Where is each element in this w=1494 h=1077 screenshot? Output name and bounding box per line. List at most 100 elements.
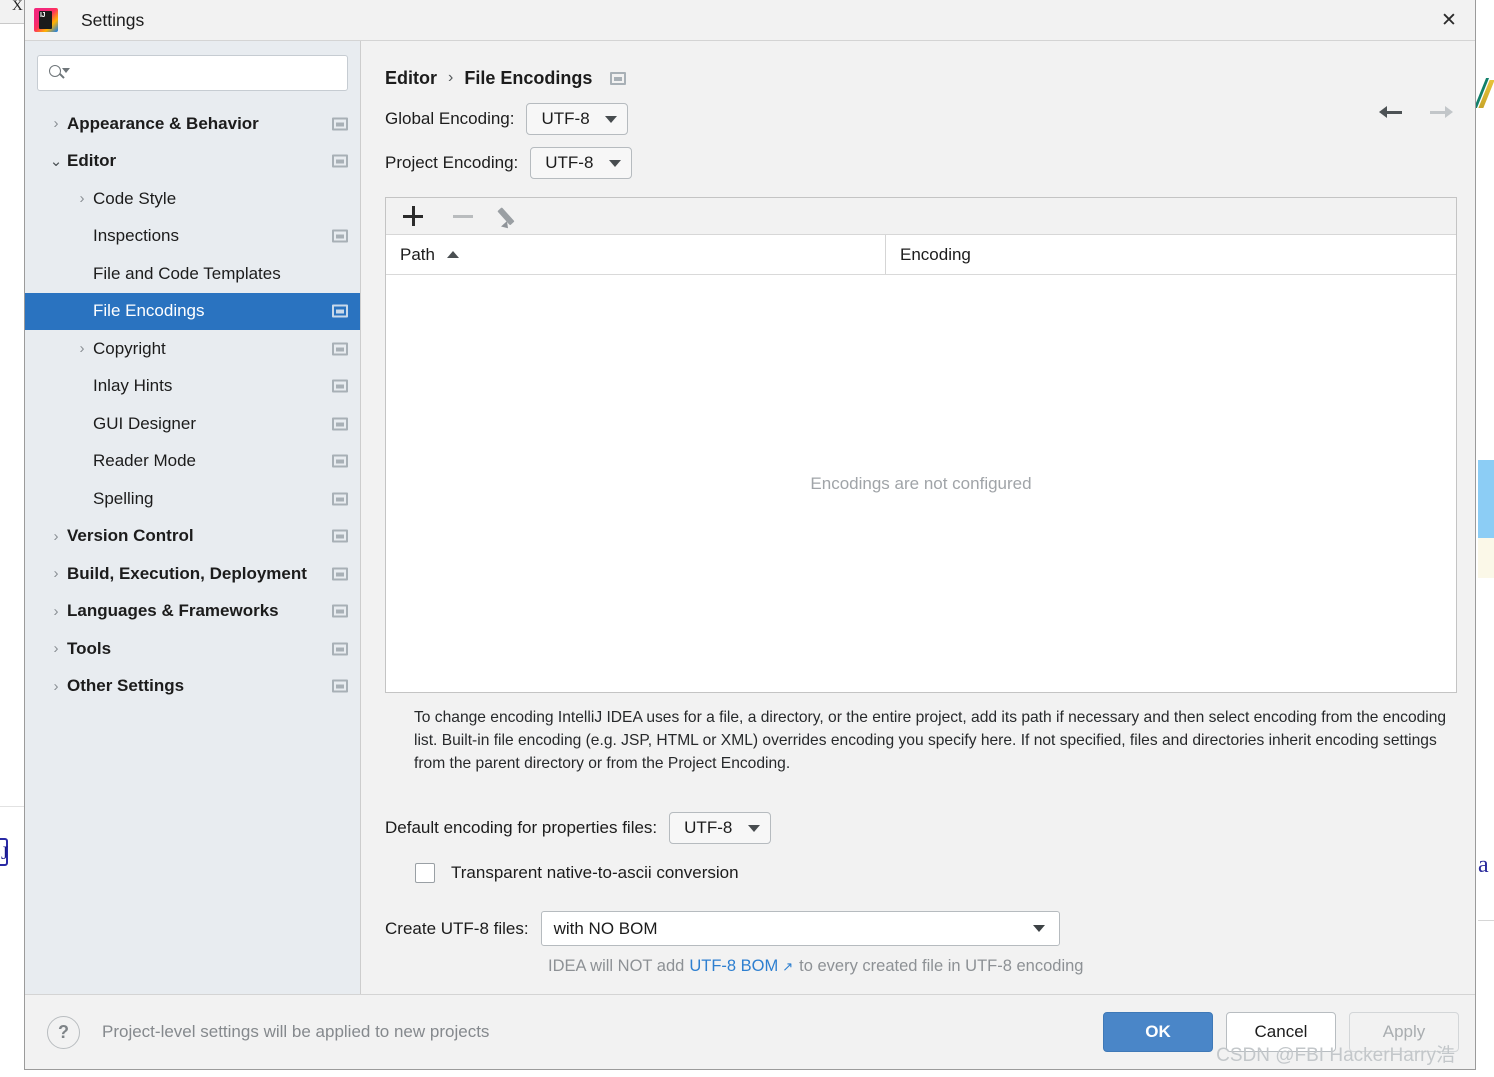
chevron-right-icon[interactable]: › [71, 341, 93, 356]
sidebar-item-gui-designer[interactable]: GUI Designer [25, 405, 360, 443]
sidebar-item-appearance-behavior[interactable]: › Appearance & Behavior [25, 105, 360, 143]
remove-icon [450, 203, 476, 229]
bg-left-text: J [1, 843, 9, 864]
project-encoding-dropdown[interactable]: UTF-8 [530, 147, 633, 179]
search-box[interactable] [37, 55, 348, 91]
sidebar-item-inspections[interactable]: Inspections [25, 218, 360, 256]
sidebar-item-file-and-code-templates[interactable]: File and Code Templates [25, 255, 360, 293]
chevron-right-icon[interactable]: › [45, 116, 67, 131]
ok-button[interactable]: OK [1103, 1012, 1213, 1052]
settings-tree: › Appearance & Behavior ⌄ Editor › Code Style… [25, 101, 360, 994]
sidebar-item-label: Code Style [93, 188, 177, 208]
close-icon[interactable]: ✕ [1423, 0, 1475, 40]
global-encoding-row: Global Encoding: UTF-8 [385, 103, 1457, 135]
sidebar-item-label: File Encodings [93, 301, 205, 321]
navigation-arrows [1379, 103, 1453, 121]
chevron-right-icon[interactable]: › [71, 191, 93, 206]
project-level-badge-icon [332, 304, 348, 318]
utf8-bom-link[interactable]: UTF-8 BOM [689, 957, 778, 976]
bom-hint: IDEA will NOT add UTF-8 BOM ↗ to every c… [548, 957, 1457, 976]
settings-content-panel: Editor › File Encodings Global Encoding:… [361, 41, 1475, 994]
chevron-right-icon[interactable]: › [45, 641, 67, 656]
help-icon[interactable]: ? [47, 1015, 80, 1049]
sidebar-item-copyright[interactable]: › Copyright [25, 330, 360, 368]
sidebar-item-label: Other Settings [67, 676, 185, 696]
bg-right-cream-marker [1478, 538, 1494, 578]
sidebar-item-label: Build, Execution, Deployment [67, 563, 307, 583]
search-container [25, 41, 360, 101]
back-arrow-icon[interactable] [1379, 103, 1403, 121]
dialog-title: Settings [81, 9, 145, 30]
sidebar-item-version-control[interactable]: › Version Control [25, 518, 360, 556]
forward-arrow-icon[interactable] [1429, 103, 1453, 121]
project-level-badge-icon [332, 529, 348, 543]
bg-left-glyph: X [12, 0, 23, 14]
add-icon[interactable] [400, 203, 426, 229]
sidebar-item-file-encodings[interactable]: File Encodings [25, 292, 360, 330]
project-level-badge-icon [332, 342, 348, 356]
settings-sidebar: › Appearance & Behavior ⌄ Editor › Code Style… [25, 41, 361, 994]
chevron-right-icon[interactable]: › [45, 604, 67, 619]
global-encoding-label: Global Encoding: [385, 109, 515, 128]
sidebar-item-label: Languages & Frameworks [67, 601, 279, 621]
sidebar-item-reader-mode[interactable]: Reader Mode [25, 443, 360, 481]
properties-encoding-value: UTF-8 [684, 818, 733, 837]
transparent-conversion-checkbox[interactable] [415, 863, 435, 883]
column-header-path[interactable]: Path [386, 235, 886, 274]
sidebar-item-label: GUI Designer [93, 413, 196, 433]
project-level-badge-icon [332, 154, 348, 168]
sidebar-item-label: Tools [67, 638, 112, 658]
table-body[interactable]: Encodings are not configured [386, 275, 1456, 692]
search-input[interactable] [68, 63, 347, 83]
project-level-badge-icon [332, 492, 348, 506]
project-level-badge-icon [332, 379, 348, 393]
sidebar-item-tools[interactable]: › Tools [25, 630, 360, 668]
sidebar-item-inlay-hints[interactable]: Inlay Hints [25, 368, 360, 406]
encodings-description: To change encoding IntelliJ IDEA uses fo… [414, 709, 1447, 772]
global-encoding-dropdown[interactable]: UTF-8 [526, 103, 629, 135]
project-encoding-row: Project Encoding: UTF-8 [385, 147, 1457, 179]
project-level-badge-icon [332, 604, 348, 618]
sidebar-item-label: Copyright [93, 338, 166, 358]
bom-hint-prefix: IDEA will NOT add [548, 957, 685, 975]
dialog-body: › Appearance & Behavior ⌄ Editor › Code Style… [25, 41, 1475, 994]
project-level-badge-icon [332, 417, 348, 431]
chevron-right-icon[interactable]: › [45, 566, 67, 581]
sidebar-item-other-settings[interactable]: › Other Settings [25, 668, 360, 706]
sidebar-item-label: Inlay Hints [93, 376, 173, 396]
chevron-down-icon [609, 159, 622, 167]
sidebar-item-languages-frameworks[interactable]: › Languages & Frameworks [25, 593, 360, 631]
chevron-down-icon [748, 824, 761, 832]
chevron-down-icon[interactable]: ⌄ [45, 154, 67, 169]
footer-note: Project-level settings will be applied t… [102, 1022, 490, 1041]
column-header-encoding[interactable]: Encoding [886, 235, 1456, 274]
sidebar-item-code-style[interactable]: › Code Style [25, 180, 360, 218]
sidebar-item-editor[interactable]: ⌄ Editor [25, 143, 360, 181]
project-level-badge-icon [610, 71, 627, 85]
create-utf8-value: with NO BOM [553, 918, 658, 938]
chevron-right-icon[interactable]: › [45, 679, 67, 694]
transparent-conversion-row[interactable]: Transparent native-to-ascii conversion [415, 863, 1457, 883]
sidebar-item-label: Inspections [93, 226, 179, 246]
project-level-badge-icon [332, 454, 348, 468]
breadcrumb-parent[interactable]: Editor [385, 68, 437, 89]
dialog-footer: ? Project-level settings will be applied… [25, 994, 1475, 1069]
sidebar-item-label: Version Control [67, 526, 194, 546]
chevron-down-icon [1032, 925, 1045, 932]
table-toolbar [386, 198, 1456, 235]
create-utf8-dropdown[interactable]: with NO BOM [540, 911, 1060, 946]
create-utf8-row: Create UTF-8 files: with NO BOM [385, 911, 1457, 946]
chevron-right-icon[interactable]: › [45, 529, 67, 544]
sidebar-item-spelling[interactable]: Spelling [25, 480, 360, 518]
transparent-conversion-label: Transparent native-to-ascii conversion [451, 863, 739, 882]
project-level-badge-icon [332, 229, 348, 243]
sidebar-item-build-execution-deployment[interactable]: › Build, Execution, Deployment [25, 555, 360, 593]
edit-icon[interactable] [497, 203, 526, 231]
background-ide-right: a [1473, 0, 1494, 1077]
project-level-badge-icon [332, 117, 348, 131]
settings-dialog: IJ Settings ✕ › Appearance & Behavior ⌄ Edi… [24, 0, 1476, 1070]
project-encoding-value: UTF-8 [545, 153, 594, 172]
properties-encoding-dropdown[interactable]: UTF-8 [669, 812, 772, 844]
watermark: CSDN @FBI HackerHarry浩 [1216, 1045, 1455, 1066]
dialog-titlebar: IJ Settings ✕ [25, 0, 1475, 41]
